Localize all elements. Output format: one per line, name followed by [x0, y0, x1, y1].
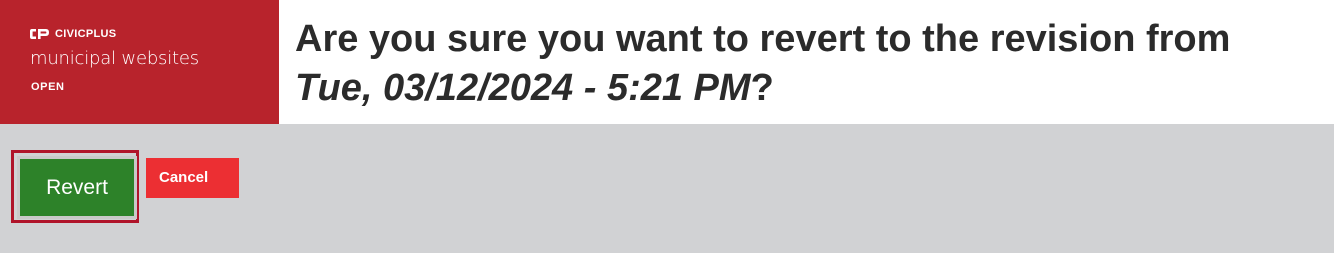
brand-name: CIVICPLUS — [55, 28, 117, 40]
brand-product: municipal websites — [30, 48, 199, 69]
revision-date: Tue, 03/12/2024 - 5:21 PM — [295, 67, 751, 109]
brand-tag: OPEN — [31, 81, 65, 93]
brand-top-row: CIVICPLUS — [30, 27, 116, 41]
revert-button[interactable]: Revert — [17, 156, 137, 219]
civicplus-logo-icon — [30, 29, 49, 39]
site-branding[interactable]: CIVICPLUS municipal websites OPEN — [0, 0, 279, 124]
page-header: CIVICPLUS municipal websites OPEN Are yo… — [0, 0, 1334, 124]
cancel-button[interactable]: Cancel — [146, 158, 239, 198]
title-question-mark: ? — [750, 67, 774, 109]
page-title: Are you sure you want to revert to the r… — [295, 15, 1315, 113]
revert-confirmation-page: CIVICPLUS municipal websites OPEN Are yo… — [0, 0, 1334, 253]
title-question: Are you sure you want to revert to the r… — [295, 18, 1231, 60]
